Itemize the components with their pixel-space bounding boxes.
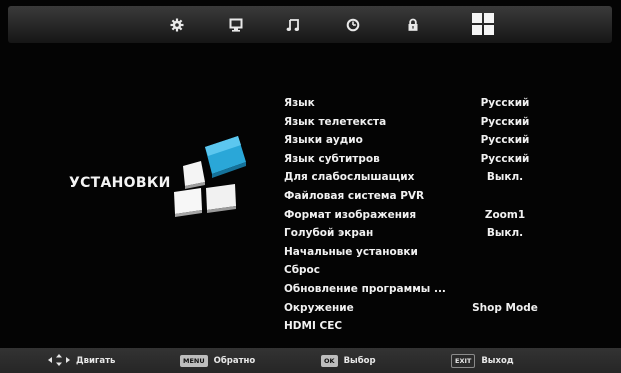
hint-back-label: Обратно xyxy=(213,356,256,366)
hint-select-label: Выбор xyxy=(343,356,376,366)
setting-label: HDMI CEC xyxy=(284,320,343,333)
setting-hearing-impaired[interactable]: Для слабослышащих Выкл. xyxy=(284,168,604,187)
setting-value: Русский xyxy=(480,152,530,165)
setting-blue-screen[interactable]: Голубой экран Выкл. xyxy=(284,224,604,243)
setting-label: Обновление программы ... xyxy=(284,282,446,295)
clock-icon[interactable] xyxy=(343,15,363,35)
exit-key-badge: EXIT xyxy=(451,354,476,368)
setting-environment[interactable]: Окружение Shop Mode xyxy=(284,299,604,318)
setting-label: Языки аудио xyxy=(284,134,363,147)
page-title: УСТАНОВКИ xyxy=(69,175,171,191)
setting-language[interactable]: Язык Русский xyxy=(284,94,604,113)
hint-exit-label: Выход xyxy=(481,356,514,366)
setting-label: Язык субтитров xyxy=(284,152,380,165)
navigation-arrows-icon xyxy=(48,353,70,369)
hint-back: MENU Обратно xyxy=(180,354,255,368)
setting-label: Язык телетекста xyxy=(284,115,387,128)
settings-tiles-icon xyxy=(168,134,248,224)
setting-value: Русский xyxy=(480,134,530,147)
setting-label: Начальные установки xyxy=(284,245,418,258)
picture-icon[interactable] xyxy=(226,15,246,35)
setting-software-update[interactable]: Обновление программы ... xyxy=(284,280,604,299)
hint-move: Двигать xyxy=(48,353,116,369)
setting-value: Выкл. xyxy=(486,227,524,240)
setting-value: Zoom1 xyxy=(484,208,526,221)
setting-pvr-file-system[interactable]: Файловая система PVR xyxy=(284,187,604,206)
setting-reset[interactable]: Сброс xyxy=(284,261,604,280)
hint-move-label: Двигать xyxy=(76,356,116,366)
top-menu-bar xyxy=(8,6,612,43)
lock-icon[interactable] xyxy=(403,15,423,35)
setting-value: Shop Mode xyxy=(472,301,538,314)
music-note-icon[interactable] xyxy=(283,15,303,35)
grid-icon[interactable] xyxy=(471,12,495,36)
ok-key-badge: OK xyxy=(321,355,338,367)
menu-key-badge: MENU xyxy=(180,355,208,367)
tv-screen: УСТАНОВКИ Язык Русский Язык телетекста Р… xyxy=(0,0,621,373)
setting-label: Для слабослышащих xyxy=(284,171,415,184)
setting-label: Язык xyxy=(284,97,315,109)
hint-select: OK Выбор xyxy=(321,354,376,368)
setting-label: Сброс xyxy=(284,264,320,277)
setting-value: Выкл. xyxy=(486,171,524,184)
setting-audio-languages[interactable]: Языки аудио Русский xyxy=(284,131,604,150)
setting-subtitle-language[interactable]: Язык субтитров Русский xyxy=(284,150,604,169)
bottom-hint-bar: Двигать MENU Обратно OK Выбор EXIT Выход xyxy=(0,348,621,373)
setting-label: Формат изображения xyxy=(284,208,417,221)
gear-icon[interactable] xyxy=(167,15,187,35)
setting-first-time-setup[interactable]: Начальные установки xyxy=(284,243,604,262)
setting-teletext-language[interactable]: Язык телетекста Русский xyxy=(284,113,604,132)
setting-label: Файловая система PVR xyxy=(284,189,425,202)
setting-label: Голубой экран xyxy=(284,227,374,240)
setting-aspect-ratio[interactable]: Формат изображения Zoom1 xyxy=(284,206,604,225)
settings-list: Язык Русский Язык телетекста Русский Язы… xyxy=(284,94,604,336)
setting-value: Русский xyxy=(480,115,530,128)
setting-hdmi-cec[interactable]: HDMI CEC xyxy=(284,317,604,336)
setting-value: Русский xyxy=(480,97,530,109)
setting-label: Окружение xyxy=(284,301,354,314)
hint-exit: EXIT Выход xyxy=(451,354,514,368)
